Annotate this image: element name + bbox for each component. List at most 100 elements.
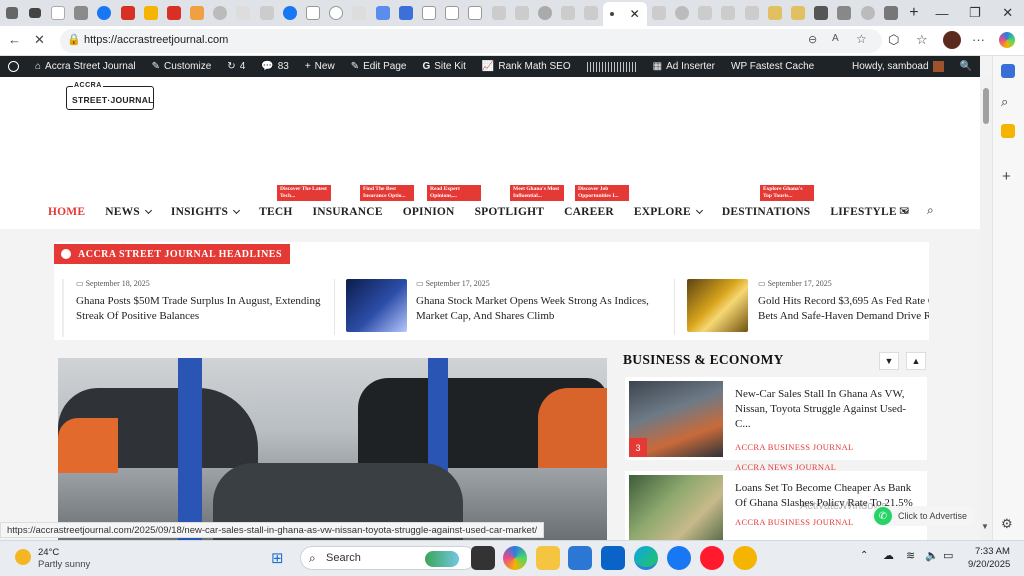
promo-destinations[interactable]: Explore Ghana's Top Touris... [760, 185, 814, 201]
chevron-down-icon[interactable]: ▼ [879, 352, 899, 370]
site-logo[interactable]: ACCRA STREET·JOURNAL [66, 82, 154, 110]
weather-icon[interactable] [15, 549, 31, 565]
wp-site-kit[interactable]: G Site Kit [414, 61, 473, 72]
taskbar-search[interactable]: ⌕ Search [300, 546, 476, 570]
wp-site-name[interactable]: ⌂ Accra Street Journal [27, 61, 144, 72]
category-tag[interactable]: ACCRA BUSINESS JOURNAL [735, 440, 921, 455]
tab-favicon[interactable] [232, 2, 255, 24]
headline-thumb-gold[interactable] [687, 279, 748, 332]
headline-item[interactable]: ▭ September 18, 2025 Ghana Posts $50M Tr… [62, 279, 332, 337]
tab-favicon[interactable] [139, 2, 162, 24]
tab-favicon[interactable] [116, 2, 139, 24]
onedrive-icon[interactable]: ☁ [883, 549, 894, 562]
site-info-icon[interactable]: 🔒 [67, 33, 81, 46]
zoom-icon[interactable]: ⊖ [808, 33, 817, 46]
tab-favicon[interactable] [186, 2, 209, 24]
wp-comments[interactable]: 💬 83 [253, 61, 297, 72]
nav-spotlight[interactable]: SPOTLIGHT [475, 206, 545, 218]
search-icon[interactable]: ⌕ [927, 203, 934, 218]
new-tab-icon[interactable]: + [902, 2, 925, 24]
tab-favicon[interactable] [647, 2, 670, 24]
business-card[interactable]: 3 New-Car Sales Stall In Ghana As VW, Ni… [625, 377, 927, 472]
advertise-button[interactable]: ✆ Click to Advertise [872, 506, 976, 526]
headline-item[interactable]: ▭ September 17, 2025 Ghana Stock Market … [416, 279, 666, 337]
tab-favicon[interactable] [786, 2, 809, 24]
outlook-icon[interactable] [601, 546, 625, 570]
battery-icon[interactable]: ▭ [943, 549, 953, 562]
wp-updates[interactable]: ↻ 4 [219, 61, 253, 72]
wp-customize[interactable]: ✎ Customize [144, 61, 220, 72]
restore-icon[interactable]: ❐ [958, 5, 991, 21]
tab-favicon[interactable] [70, 2, 93, 24]
promo-career[interactable]: Discover Job Opportunities I... [575, 185, 629, 201]
tab-favicon[interactable] [93, 2, 116, 24]
start-icon[interactable]: ⊞ [271, 549, 284, 567]
featured-image[interactable] [58, 358, 607, 540]
nav-news[interactable]: NEWS [105, 206, 152, 218]
tab-favicon[interactable] [717, 2, 740, 24]
tab-favicon[interactable] [209, 2, 232, 24]
scroll-down-arrow-icon[interactable]: ▼ [981, 522, 989, 531]
more-icon[interactable]: ··· [972, 32, 985, 47]
weather-text[interactable]: Partly sunny [38, 559, 90, 570]
tab-favicon[interactable] [533, 2, 556, 24]
promo-tech[interactable]: Discover The Latest Tech... [277, 185, 331, 201]
mail-icon[interactable]: ✉ [899, 204, 909, 218]
tab-favicon[interactable] [348, 2, 371, 24]
nav-destinations[interactable]: DESTINATIONS [722, 206, 810, 218]
file-explorer-icon[interactable] [536, 546, 560, 570]
promo-spotlight[interactable]: Meet Ghana's Most Influential... [510, 185, 564, 201]
weather-temp[interactable]: 24°C [38, 547, 59, 558]
tab-favicon[interactable] [580, 2, 603, 24]
tab-favicon[interactable] [510, 2, 533, 24]
edge-icon[interactable] [634, 546, 658, 570]
wp-rank-math[interactable]: 📈 Rank Math SEO [474, 61, 579, 72]
wp-ad-inserter[interactable]: ▦ Ad Inserter [645, 61, 723, 72]
extension-sidebar-icon[interactable] [1001, 124, 1015, 138]
wp-new[interactable]: + New [297, 61, 343, 72]
copilot-icon[interactable] [999, 32, 1015, 48]
add-sidebar-icon[interactable]: + [1002, 168, 1011, 185]
back-icon[interactable]: ← [8, 32, 21, 47]
wp-logo-icon[interactable] [0, 61, 27, 72]
nav-tech[interactable]: TECH [259, 206, 292, 218]
tab-favicon[interactable] [255, 2, 278, 24]
tab-favicon[interactable] [763, 2, 786, 24]
tab-favicon[interactable] [162, 2, 185, 24]
chevron-up-icon[interactable]: ▲ [906, 352, 926, 370]
active-tab[interactable]: ✕ [602, 2, 648, 26]
tab-favicon[interactable] [464, 2, 487, 24]
gear-icon[interactable]: ⚙ [1001, 516, 1013, 532]
nav-home[interactable]: HOME [48, 206, 85, 218]
tab-favicon[interactable] [394, 2, 417, 24]
nav-insights[interactable]: INSIGHTS [171, 206, 241, 218]
clock-date[interactable]: 9/20/2025 [968, 559, 1010, 570]
opera-icon[interactable] [700, 546, 724, 570]
search-sidebar-icon[interactable]: ⌕ [1001, 94, 1008, 110]
tab-favicon[interactable] [417, 2, 440, 24]
close-tab-icon[interactable]: ✕ [630, 7, 640, 21]
scrollbar-thumb[interactable] [983, 88, 989, 124]
page-scrollbar[interactable] [980, 77, 992, 540]
facebook-icon[interactable] [667, 546, 691, 570]
tab-favicon[interactable] [740, 2, 763, 24]
tab-favicon[interactable] [278, 2, 301, 24]
wp-stats-sparkline[interactable] [579, 61, 645, 72]
tab-favicon[interactable] [487, 2, 510, 24]
chrome-canary-icon[interactable] [733, 546, 757, 570]
outlook-sidebar-icon[interactable] [1001, 64, 1015, 78]
profile-avatar[interactable] [943, 31, 961, 49]
stop-loading-icon[interactable]: ✕ [34, 32, 45, 48]
favorites-icon[interactable]: ☆ [916, 32, 928, 48]
copilot-taskbar-icon[interactable] [503, 546, 527, 570]
url-input[interactable]: 🔒 https://accrastreetjournal.com ⊖ A ☆ [60, 29, 882, 53]
tab-favicon[interactable] [879, 2, 902, 24]
business-thumb[interactable] [629, 475, 723, 540]
tab-favicon[interactable] [671, 2, 694, 24]
chevron-up-icon[interactable]: ⌃ [860, 550, 868, 561]
tab-actions-icon[interactable] [23, 2, 46, 24]
wp-fastest-cache[interactable]: WP Fastest Cache [723, 61, 822, 72]
tab-favicon[interactable] [371, 2, 394, 24]
business-title[interactable]: New-Car Sales Stall In Ghana As VW, Niss… [735, 387, 921, 432]
volume-icon[interactable]: 🔈 [925, 549, 939, 562]
